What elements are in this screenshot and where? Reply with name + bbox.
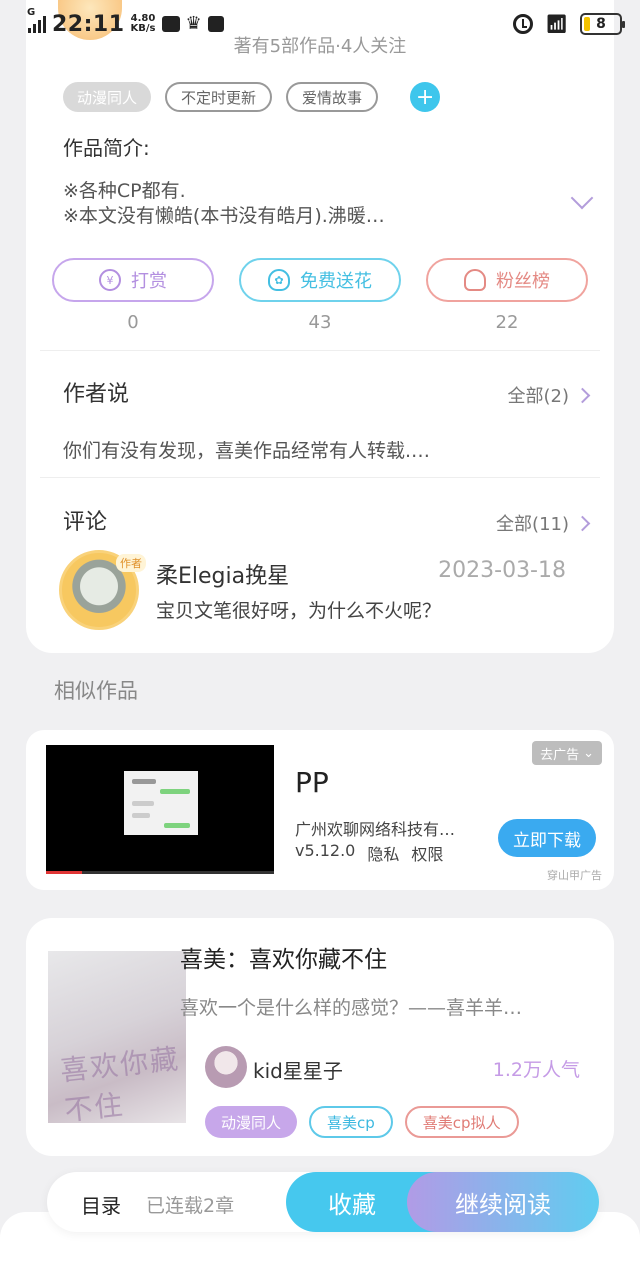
book-detail-card: 著有5部作品·4人关注 动漫同人 不定时更新 爱情故事 + 作品简介: ※各种C… (26, 0, 614, 653)
author-says-more-label: 全部(2) (507, 386, 570, 407)
speed-unit: KB/s (130, 23, 156, 34)
flower-icon: ✿ (268, 269, 290, 291)
intro-line-2: ※本文没有懒皓(本书没有皓月).沸暖… (63, 205, 385, 227)
chevron-right-icon (574, 515, 591, 531)
author-says-title: 作者说 (63, 382, 130, 407)
alarm-icon (513, 14, 534, 34)
commenter-name[interactable]: 柔Elegia挽星 (156, 558, 289, 590)
reward-button[interactable]: ¥ 打赏 (52, 258, 214, 302)
ad-company: 广州欢聊网络科技有… (295, 820, 456, 839)
ad-privacy-link[interactable]: 隐私 (367, 841, 399, 865)
ad-download-button[interactable]: 立即下载 (498, 819, 596, 857)
notification-icon (161, 16, 180, 32)
clock: 22:11 (52, 11, 125, 37)
remove-ad-label: 去广告 (540, 747, 580, 763)
cover-title: 喜欢你藏不住 (58, 1042, 182, 1123)
ad-app-name: PP (295, 766, 329, 799)
comment-text[interactable]: 宝贝文笔很好呀，为什么不火呢？ (156, 596, 441, 623)
fan-count: 22 (495, 312, 519, 333)
book-tag[interactable]: 喜美cp (309, 1106, 393, 1138)
bottom-action-bar: 目录 已连载2章 收藏 继续阅读 (47, 1172, 599, 1232)
book-author-name[interactable]: kid星星子 (253, 1055, 343, 1084)
network-speed: 4.80 KB/s (131, 14, 156, 34)
ad-meta: v5.12.0 隐私 权限 (295, 841, 443, 865)
wifi-icon: 📶︎ (545, 13, 568, 35)
battery-level: 8 (596, 16, 606, 32)
fan-ranking-button[interactable]: 粉丝榜 (426, 258, 588, 302)
comments-more[interactable]: 全部(11) (496, 510, 591, 536)
ad-source: 穿山甲广告 (547, 869, 602, 882)
ad-version: v5.12.0 (295, 841, 356, 860)
author-says-text[interactable]: 你们有没有发现，喜美作品经常有人转载.… (63, 436, 430, 463)
ad-video[interactable] (46, 745, 274, 874)
add-tag-button[interactable]: + (410, 82, 441, 112)
chevron-down-icon: ⌄ (583, 745, 594, 761)
chevron-right-icon (574, 387, 591, 403)
send-flower-label: 免费送花 (300, 271, 372, 292)
book-tag-list: 动漫同人 喜美cp 喜美cp拟人 (205, 1106, 519, 1138)
intro-line-1: ※各种CP都有. (63, 180, 186, 202)
divider (40, 477, 600, 478)
book-tags: 动漫同人 不定时更新 爱情故事 + (63, 82, 441, 112)
person-icon (464, 269, 486, 291)
tag-love-story[interactable]: 爱情故事 (286, 82, 379, 112)
book-author-avatar[interactable] (205, 1046, 247, 1088)
send-flower-button[interactable]: ✿ 免费送花 (239, 258, 401, 302)
comments-title: 评论 (63, 510, 108, 535)
ad-video-progress (46, 871, 274, 874)
signal-icon: G (27, 7, 46, 33)
serialized-chapters: 已连载2章 (146, 1195, 235, 1217)
continue-reading-button[interactable]: 继续阅读 (407, 1172, 599, 1232)
battery-icon: 8 (580, 13, 625, 35)
book-cover[interactable]: 喜欢你藏不住 (48, 951, 186, 1123)
comments-more-label: 全部(11) (496, 514, 569, 535)
book-popularity: 1.2万人气 (492, 1059, 580, 1081)
ad-video-frame (124, 771, 198, 835)
book-tag[interactable]: 喜美cp拟人 (404, 1106, 519, 1138)
divider (40, 350, 600, 351)
author-says-more[interactable]: 全部(2) (507, 382, 591, 408)
status-bar: G 22:11 4.80 KB/s ♛ 📶︎ 8 (0, 0, 640, 48)
crown-icon: ♛ (185, 13, 202, 34)
ad-permission-link[interactable]: 权限 (411, 841, 443, 865)
fan-ranking-label: 粉丝榜 (496, 271, 550, 292)
tag-irregular-update[interactable]: 不定时更新 (165, 82, 273, 112)
intro-title: 作品简介: (63, 136, 150, 160)
ad-card[interactable]: PP 广州欢聊网络科技有… v5.12.0 隐私 权限 去广告 ⌄ 立即下载 穿… (26, 730, 614, 890)
book-title[interactable]: 喜美：喜欢你藏不住 (180, 940, 387, 974)
yen-icon: ¥ (99, 269, 121, 291)
action-buttons: ¥ 打赏 ✿ 免费送花 粉丝榜 (52, 258, 588, 302)
book-icon (207, 16, 224, 32)
expand-intro-icon[interactable] (570, 186, 594, 210)
remove-ad-button[interactable]: 去广告 ⌄ (532, 741, 602, 765)
comment-date: 2023-03-18 (438, 558, 566, 583)
book-description: 喜欢一个是什么样的感觉？——喜羊羊… (180, 997, 523, 1019)
table-of-contents-button[interactable]: 目录 (81, 1190, 121, 1219)
network-type: G (27, 7, 36, 18)
author-badge: 作者 (116, 554, 146, 572)
book-tag[interactable]: 动漫同人 (205, 1106, 298, 1138)
flower-count: 43 (308, 312, 332, 333)
tag-anime-fanfic[interactable]: 动漫同人 (63, 82, 152, 112)
reward-count: 0 (127, 312, 139, 333)
reward-label: 打赏 (131, 271, 167, 292)
similar-works-title: 相似作品 (54, 679, 138, 703)
